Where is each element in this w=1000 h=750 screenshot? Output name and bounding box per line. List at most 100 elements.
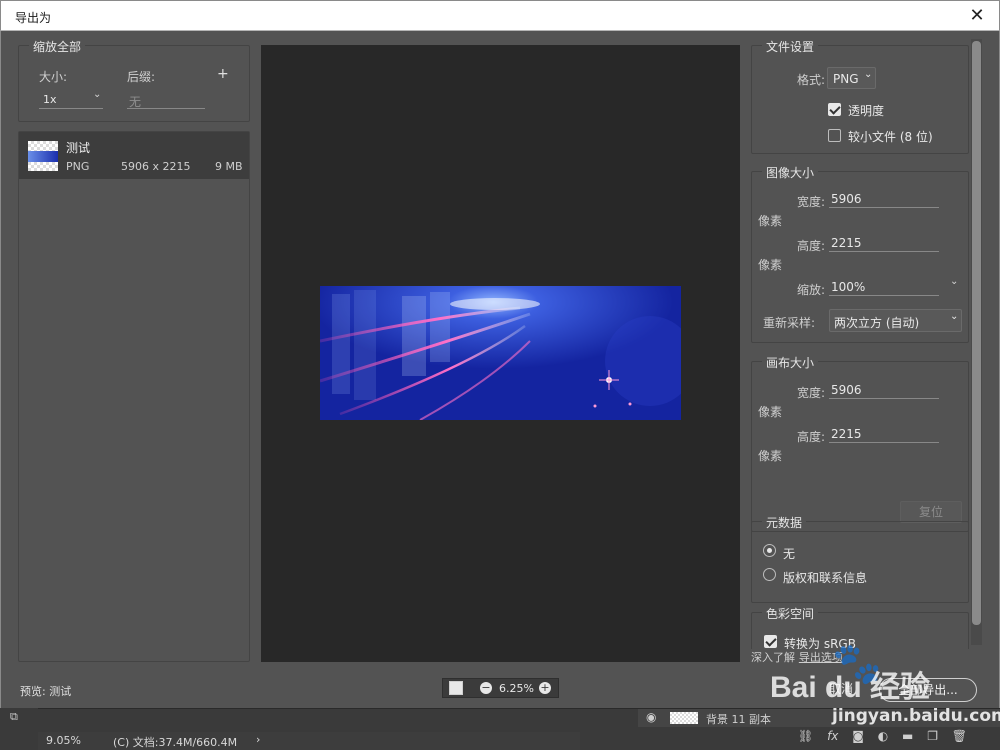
reset-button-label: 复位 (918, 505, 943, 519)
folder-icon[interactable]: ▬ (902, 729, 913, 743)
format-value: PNG (833, 72, 859, 86)
zoom-bar: − 6.25% + (442, 678, 559, 698)
layer-thumbnail (670, 712, 698, 724)
adjustment-icon[interactable]: ◐ (878, 729, 888, 743)
asset-name: 测试 (66, 141, 91, 155)
layer-row: ◉ 背景 11 副本 (638, 709, 1000, 727)
suffix-label: 后缀: (127, 70, 156, 84)
scale-all-title: 缩放全部 (29, 38, 86, 55)
size-label: 大小: (39, 70, 68, 84)
zoom-in-icon[interactable]: + (539, 682, 551, 694)
canvas-height-label: 高度: (797, 430, 826, 444)
metadata-group: 元数据 无 版权和联系信息 (751, 514, 969, 603)
fit-icon[interactable] (449, 681, 463, 695)
asset-list: 测试 PNG 5906 x 2215 9 MB (18, 131, 250, 662)
asset-format: PNG (66, 160, 90, 173)
transparency-checkbox[interactable] (828, 103, 841, 116)
doc-info: (C) 文档:37.4M/660.4M (113, 736, 238, 749)
footer-links: 深入了解 导出选项 (751, 649, 971, 665)
smaller-file-checkbox[interactable] (828, 129, 841, 142)
close-icon[interactable]: ✕ (965, 4, 989, 28)
fx-icon[interactable]: fx (827, 729, 838, 743)
asset-row[interactable]: 测试 PNG 5906 x 2215 9 MB (19, 132, 249, 179)
chevron-down-icon: ⌄ (93, 89, 102, 100)
file-settings-group: 文件设置 格式: PNG ⌄ 透明度 较小文件 (8 位) (751, 38, 969, 154)
chevron-down-icon: ⌄ (864, 69, 873, 80)
status-bar: 9.05% (C) 文档:37.4M/660.4M › (38, 732, 580, 750)
canvas-width-value: 5906 (831, 383, 862, 397)
layer-name: 背景 11 副本 (706, 713, 771, 726)
metadata-none-radio[interactable] (763, 544, 776, 557)
zoom-out-icon[interactable]: − (480, 682, 492, 694)
export-options-link[interactable]: 导出选项 (799, 651, 843, 664)
image-size-group: 图像大小 宽度: 5906 像素 高度: 2215 像素 缩放: 100% ⌄ … (751, 164, 969, 343)
metadata-title: 元数据 (762, 514, 807, 531)
canvas-width-input[interactable]: 5906 (829, 383, 939, 399)
canvas-height-unit: 像素 (758, 449, 783, 463)
asset-thumbnail (28, 141, 58, 171)
chevron-down-icon[interactable]: ⌄ (950, 276, 958, 287)
preview-image (320, 286, 681, 420)
image-height-label: 高度: (797, 239, 826, 253)
canvas-size-group: 画布大小 宽度: 5906 像素 高度: 2215 像素 复位 (751, 354, 969, 532)
image-width-value: 5906 (831, 192, 862, 206)
canvas-height-input[interactable]: 2215 (829, 427, 939, 443)
resample-value: 两次立方 (自动) (834, 316, 920, 330)
file-settings-title: 文件设置 (762, 38, 819, 55)
tool-icon[interactable]: ⧉ (10, 710, 18, 724)
suffix-input[interactable]: 无 (127, 91, 205, 109)
convert-srgb-checkbox[interactable] (764, 635, 777, 648)
canvas-width-label: 宽度: (797, 386, 826, 400)
resample-label: 重新采样: (763, 316, 816, 330)
suffix-placeholder: 无 (129, 95, 142, 109)
color-space-group: 色彩空间 转换为 sRGB (751, 605, 969, 652)
export-all-label: 全部导出... (898, 683, 958, 697)
cancel-button[interactable]: 取消 (809, 678, 873, 700)
canvas-size-title: 画布大小 (762, 354, 819, 371)
preview-canvas (261, 45, 740, 662)
format-label: 格式: (797, 73, 826, 87)
zoom-value: 6.25% (499, 682, 534, 695)
visibility-icon[interactable]: ◉ (646, 710, 656, 724)
scale-value: 100% (831, 280, 866, 294)
image-height-value: 2215 (831, 236, 862, 250)
add-scale-icon[interactable]: + (217, 66, 229, 82)
image-height-unit: 像素 (758, 258, 783, 272)
format-select[interactable]: PNG ⌄ (827, 67, 876, 89)
metadata-copyright-radio[interactable] (763, 568, 776, 581)
export-all-button[interactable]: 全部导出... (879, 678, 977, 702)
link-icon[interactable]: ⛓ (798, 729, 813, 743)
thumbnail-banner (28, 151, 58, 162)
chevron-right-icon[interactable]: › (256, 733, 260, 746)
learn-more-text: 深入了解 (751, 651, 795, 664)
chevron-down-icon: ⌄ (950, 311, 959, 322)
size-select[interactable]: 1x ⌄ (39, 89, 103, 109)
image-width-input[interactable]: 5906 (829, 192, 939, 208)
mask-icon[interactable]: ◙ (852, 729, 864, 743)
resample-select[interactable]: 两次立方 (自动) ⌄ (829, 309, 962, 332)
scale-label: 缩放: (797, 283, 826, 297)
new-layer-icon[interactable]: ❐ (927, 729, 938, 743)
asset-filesize: 9 MB (215, 160, 243, 173)
scrollbar-thumb[interactable] (972, 41, 981, 625)
settings-scrollbar[interactable] (971, 39, 982, 645)
image-width-unit: 像素 (758, 214, 783, 228)
canvas-width-unit: 像素 (758, 405, 783, 419)
zoom-percent: 9.05% (46, 734, 81, 747)
cancel-button-label: 取消 (828, 682, 853, 696)
asset-dimensions: 5906 x 2215 (121, 160, 191, 173)
color-space-title: 色彩空间 (762, 605, 819, 622)
left-tool-strip: ⧉ (0, 708, 38, 750)
reset-button[interactable]: 复位 (900, 501, 962, 523)
size-value: 1x (43, 93, 57, 106)
window-title: 导出为 (15, 11, 52, 25)
image-height-input[interactable]: 2215 (829, 236, 939, 252)
preview-label: 预览: 测试 (20, 685, 72, 698)
canvas-height-value: 2215 (831, 427, 862, 441)
scale-input[interactable]: 100% (829, 280, 939, 296)
metadata-copyright-label: 版权和联系信息 (783, 571, 868, 585)
trash-icon[interactable]: 🗑 (952, 729, 967, 743)
image-size-title: 图像大小 (762, 164, 819, 181)
export-dialog: 缩放全部 大小: 后缀: + 1x ⌄ 无 测试 PNG 5906 x 2215… (0, 31, 1000, 708)
transparency-label: 透明度 (848, 104, 885, 118)
